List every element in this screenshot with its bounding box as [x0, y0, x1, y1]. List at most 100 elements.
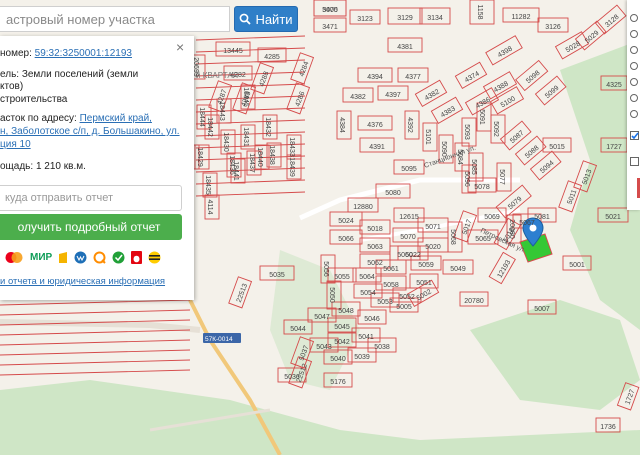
parcel-label: 18441 [232, 161, 239, 181]
parcel-info-panel: × номер: 59:32:3250001:12193 ель: Земли … [0, 36, 194, 300]
address-link-1[interactable]: Пермский край, [80, 113, 152, 124]
parcel-label: 5055 [334, 274, 350, 281]
area-label: ощадь: [0, 161, 34, 172]
parcel-label: 4391 [369, 144, 385, 151]
layer-radio-3[interactable] [630, 46, 638, 54]
find-button[interactable]: Найти [234, 6, 298, 32]
parcel-label: 5020 [425, 244, 441, 251]
parcel-label: 5044 [290, 326, 306, 333]
parcel-label: 5067 [519, 220, 535, 227]
email-field[interactable]: куда отправить отчет [0, 185, 182, 211]
parcel-label: 5042 [334, 339, 350, 346]
parcel-label: 4282 [230, 72, 246, 79]
parcel-label: 5068 [449, 229, 456, 245]
get-report-label: олучить подробный отчет [17, 220, 161, 234]
parcel-label: 5060 [397, 252, 413, 259]
address-link-2[interactable]: н, Заболотское с/п, д. Большакино, ул. [0, 126, 180, 137]
purpose-line-2: ктов) [0, 81, 24, 92]
parcel-label: 5101 [424, 129, 431, 145]
layer-checkbox-1[interactable] [630, 131, 639, 140]
parcel-label: 5005 [396, 304, 412, 311]
parcel-label: 5091 [478, 109, 485, 125]
parcel-label: 5081 [534, 214, 550, 221]
parcel-label: 5038 [374, 344, 390, 351]
area-value: 1 210 кв.м. [35, 161, 86, 172]
parcel-label: 5015 [549, 144, 565, 151]
parcel-label: 5043 [316, 344, 332, 351]
parcel-label: 5084 [456, 149, 463, 165]
layer-radio-1[interactable] [630, 14, 638, 22]
layers-panel [627, 0, 640, 210]
parcel-label: 4392 [406, 117, 413, 133]
parcel-label: 5041 [358, 334, 374, 341]
parcel-label: 18444 [198, 107, 205, 127]
parcel-label: 5077 [498, 169, 505, 185]
parcel-label: 12615 [399, 214, 419, 221]
mir-icon: МИР [30, 251, 53, 263]
layer-radio-5[interactable] [630, 78, 638, 86]
get-report-button[interactable]: олучить подробный отчет [0, 214, 182, 240]
parcel-label: 5061 [383, 266, 399, 273]
parcel-label: 18430 [222, 132, 229, 152]
parcel-label: 5092 [492, 121, 499, 137]
parcel-label: 5039 [354, 354, 370, 361]
parcel-label: 5048 [338, 308, 354, 315]
parcel-label: 5024 [338, 218, 354, 225]
parcel-label: 18432 [264, 117, 271, 137]
parcel-label: 5096 [463, 171, 470, 187]
parcel-label: 18445 [242, 87, 249, 107]
parcel-label: 5049 [450, 266, 466, 273]
parcel-label: 3126 [545, 24, 561, 31]
parcel-label: 5059 [418, 262, 434, 269]
parcel-label: 5058 [383, 282, 399, 289]
payment-methods: МИР [4, 249, 161, 265]
mts-icon [131, 250, 143, 264]
address-label: асток по адресу: [0, 113, 77, 124]
parcel-label: 18433 [288, 137, 295, 157]
parcel-label: 1736 [600, 424, 616, 431]
parcel-label: 5078 [474, 184, 490, 191]
parcel-label: 18429 [196, 147, 203, 167]
parcel-label: 1727 [606, 144, 622, 151]
parcel-label: 5001 [569, 262, 585, 269]
parcel-label: 5093 [463, 124, 470, 140]
cadastral-row: номер: 59:32:3250001:12193 [0, 47, 132, 60]
close-icon[interactable]: × [176, 39, 184, 55]
parcel-label: 4397 [385, 92, 401, 99]
parcel-label: 5065 [475, 236, 491, 243]
parcel-label: 18443 [218, 101, 225, 121]
parcel-label: 5056 [322, 261, 329, 277]
layer-radio-6[interactable] [630, 94, 638, 102]
parcel-label: 4377 [405, 74, 421, 81]
use-line: строительства [0, 94, 68, 105]
layer-radio-4[interactable] [630, 62, 638, 70]
cadastral-label: номер: [0, 48, 32, 59]
parcel-label: 5064 [359, 274, 375, 281]
address-link-3[interactable]: ция 10 [0, 139, 31, 150]
layer-radio-7[interactable] [630, 110, 638, 118]
layer-checkbox-2[interactable] [630, 157, 639, 166]
parcel-label: 5035 [269, 272, 285, 279]
parcel-label: 4325 [606, 82, 622, 89]
mastercard-icon [4, 251, 24, 264]
parcel-label: 5062 [367, 260, 383, 267]
sberbank-icon [112, 251, 125, 264]
parcel-label: 5021 [605, 214, 621, 221]
parcel-label: 5045 [334, 324, 350, 331]
parcel-label: 5053 [377, 299, 393, 306]
cadastral-search-input[interactable]: астровый номер участка [0, 6, 230, 32]
legal-info-link[interactable]: и отчета и юридическая информация [0, 276, 165, 287]
parcel-label: 5051 [416, 280, 432, 287]
parcel-label: 5070 [400, 234, 416, 241]
parcel-label: 5040 [330, 356, 346, 363]
qiwi-icon [93, 251, 106, 264]
parcel-label: 5176 [330, 379, 346, 386]
road-sign-label: 57К-0014 [205, 336, 233, 343]
layer-radio-2[interactable] [630, 30, 638, 38]
parcel-label: 18431 [242, 127, 249, 147]
parcel-label: 5080 [385, 190, 401, 197]
parcel-label: 18435 [204, 175, 211, 195]
search-icon [240, 13, 252, 25]
parcel-label: 4394 [367, 74, 383, 81]
cadastral-number-link[interactable]: 59:32:3250001:12193 [35, 48, 132, 59]
